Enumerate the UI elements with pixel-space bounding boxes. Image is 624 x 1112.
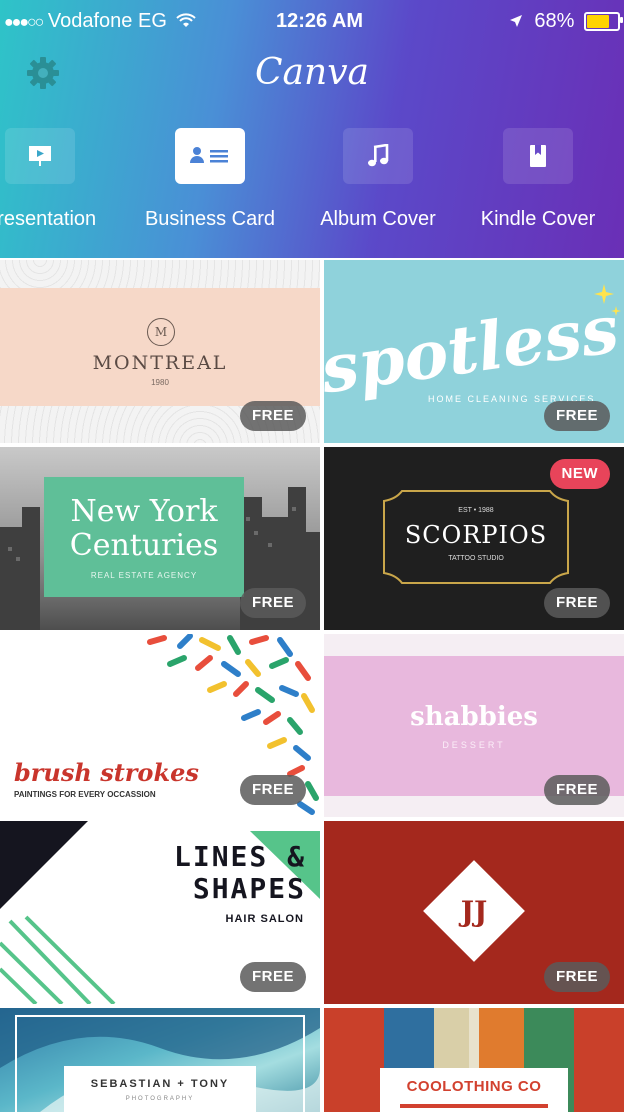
free-badge: FREE (543, 775, 610, 805)
template-card-sebastian[interactable]: SEBASTIAN + TONY PHOTOGRAPHY (0, 1008, 320, 1112)
new-york-line1: New York (70, 494, 218, 529)
free-badge: FREE (543, 401, 610, 431)
sebastian-title: SEBASTIAN + TONY (90, 1078, 230, 1090)
free-badge: FREE (239, 775, 306, 805)
template-card-coolothing[interactable]: COOLOTHING CO (324, 1008, 624, 1112)
new-york-title: New York Centuries (44, 495, 244, 563)
template-card-spotless[interactable]: spotless HOME CLEANING SERVICES FREE (324, 260, 624, 443)
template-card-new-york[interactable]: New York Centuries REAL ESTATE AGENCY FR… (0, 447, 320, 630)
category-strip: Presentation Business Card (0, 128, 624, 248)
book-icon (503, 128, 573, 184)
montreal-title: MONTREAL (92, 352, 228, 374)
category-kindle-cover[interactable]: Kindle Cover (448, 128, 624, 231)
sebastian-subtitle: PHOTOGRAPHY (125, 1096, 195, 1102)
battery-icon (584, 12, 623, 32)
scorpios-title: SCORPIOS (404, 521, 548, 549)
card-panel (0, 288, 320, 406)
template-card-montreal[interactable]: M MONTREAL 1980 FREE (0, 260, 320, 443)
free-badge: FREE (543, 588, 610, 618)
new-badge: NEW (549, 459, 610, 489)
template-card-jj[interactable]: JJ FREE (324, 821, 624, 1004)
battery-info: 68% (509, 10, 623, 33)
category-label: Album Cover (320, 208, 436, 230)
category-presentation[interactable]: Presentation (0, 128, 130, 231)
template-card-shabbies[interactable]: shabbies DESSERT FREE (324, 634, 624, 817)
coolothing-title: COOLOTHING CO (406, 1078, 542, 1095)
business-card-icon (175, 128, 245, 184)
new-york-subtitle: REAL ESTATE AGENCY (90, 571, 198, 580)
template-card-brush-strokes[interactable]: brush strokes PAINTINGS FOR EVERY OCCASS… (0, 634, 320, 817)
montreal-year: 1980 (151, 378, 169, 387)
sparkle-icon (594, 284, 621, 316)
scorpios-est: EST • 1988 (458, 507, 494, 514)
free-badge: FREE (239, 962, 306, 992)
category-label: Kindle Cover (480, 208, 596, 230)
signal-strength-icon: ●●●○○ (4, 14, 44, 31)
scorpios-subtitle: TATTOO STUDIO (448, 555, 504, 562)
category-album-cover[interactable]: Album Cover (288, 128, 468, 231)
spotless-title: spotless (324, 289, 624, 409)
coolothing-underline (400, 1104, 548, 1108)
template-card-scorpios[interactable]: EST • 1988 SCORPIOS TATTOO STUDIO NEW FR… (324, 447, 624, 630)
lines-line2: SHAPES (192, 872, 306, 905)
carrier-info: ●●●○○ Vodafone EG (4, 10, 197, 33)
pattern-border-top (0, 260, 320, 288)
lines-shapes-title: LINES & SHAPES (174, 841, 306, 905)
status-bar: ●●●○○ Vodafone EG 12:26 AM 68% (0, 0, 624, 44)
lines-line1: LINES & (173, 840, 306, 873)
carrier-name: Vodafone EG (47, 10, 167, 32)
free-badge: FREE (239, 401, 306, 431)
canva-app-screen: ●●●○○ Vodafone EG 12:26 AM 68% Canva res… (0, 0, 624, 1112)
music-note-icon (343, 128, 413, 184)
header: ●●●○○ Vodafone EG 12:26 AM 68% Canva res… (0, 0, 624, 258)
free-badge: FREE (239, 588, 306, 618)
wifi-icon (176, 13, 197, 27)
free-badge: FREE (543, 962, 610, 992)
category-label: Business Card (144, 208, 276, 230)
brush-title: brush strokes (14, 758, 199, 787)
shabbies-subtitle: DESSERT (442, 740, 506, 750)
status-time: 12:26 AM (276, 10, 364, 32)
location-arrow-icon (509, 15, 522, 27)
presentation-icon (5, 128, 75, 184)
canva-logo: Canva (255, 52, 369, 93)
battery-percent: 68% (534, 10, 575, 32)
category-label: Presentation (0, 208, 97, 230)
new-york-line2: Centuries (69, 528, 219, 563)
category-business-card[interactable]: Business Card (120, 128, 300, 231)
shabbies-title: shabbies (410, 702, 538, 732)
jj-monogram: JJ (460, 895, 488, 928)
lines-subtitle: HAIR SALON (225, 913, 304, 925)
brush-subtitle: PAINTINGS FOR EVERY OCCASSION (14, 790, 156, 799)
template-card-lines-shapes[interactable]: LINES & SHAPES HAIR SALON FREE (0, 821, 320, 1004)
montreal-monogram: M (147, 318, 175, 346)
